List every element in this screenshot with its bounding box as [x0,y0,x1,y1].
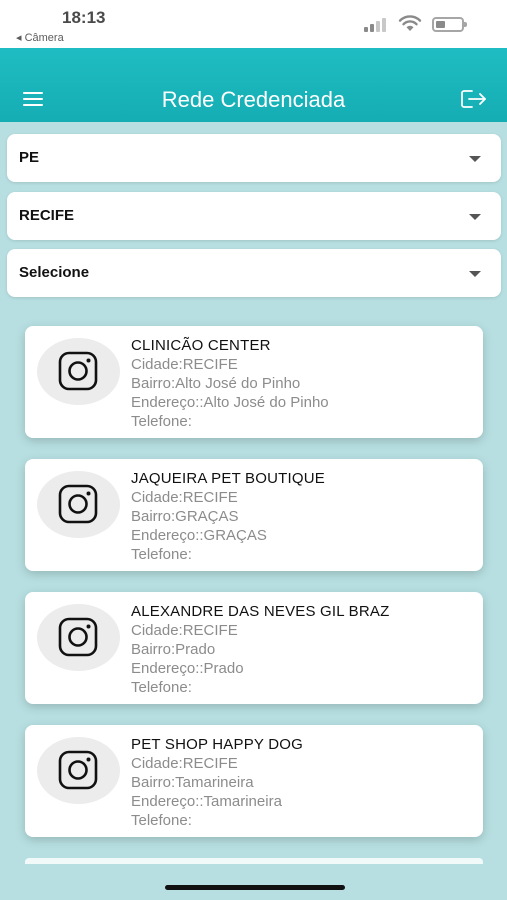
home-indicator[interactable] [165,885,345,890]
city-select-value: RECIFE [19,207,75,224]
provider-city: Cidade:RECIFE [131,356,238,373]
chevron-down-icon [469,271,481,277]
state-select[interactable]: PE [7,134,501,182]
provider-phone: Telefone: [131,413,192,430]
instagram-icon [58,351,98,391]
provider-city: Cidade:RECIFE [131,755,238,772]
provider-avatar [37,737,120,804]
provider-list[interactable]: CLINICÃO CENTER Cidade:RECIFE Bairro:Alt… [0,305,507,858]
city-select[interactable]: RECIFE [7,192,501,240]
app-header: Rede Credenciada [0,48,507,122]
provider-card[interactable]: ALEXANDRE DAS NEVES GIL BRAZ Cidade:RECI… [25,592,483,704]
cellular-signal-icon [364,18,388,32]
chevron-down-icon [469,156,481,162]
provider-avatar [37,471,120,538]
instagram-icon [58,750,98,790]
provider-phone: Telefone: [131,812,192,829]
provider-neighborhood: Bairro:GRAÇAS [131,508,239,525]
provider-city: Cidade:RECIFE [131,622,238,639]
back-to-camera-link[interactable]: ◂ Câmera [16,31,64,44]
provider-card[interactable]: CLINICÃO CENTER Cidade:RECIFE Bairro:Alt… [25,326,483,438]
provider-address: Endereço::Tamarineira [131,793,282,810]
provider-name: CLINICÃO CENTER [131,337,271,354]
status-time: 18:13 [62,8,106,27]
provider-avatar [37,604,120,671]
provider-neighborhood: Bairro:Prado [131,641,216,658]
provider-name: JAQUEIRA PET BOUTIQUE [131,470,325,487]
provider-address: Endereço::Alto José do Pinho [131,394,329,411]
instagram-icon [58,484,98,524]
provider-address: Endereço::GRAÇAS [131,527,267,544]
provider-card[interactable]: PET SHOP HAPPY DOG Cidade:RECIFE Bairro:… [25,725,483,837]
wifi-icon [398,15,422,31]
state-select-value: PE [19,149,40,166]
neighborhood-select[interactable]: Selecione [7,249,501,297]
logout-icon[interactable] [460,88,488,110]
next-card-peek [25,858,483,864]
provider-phone: Telefone: [131,546,192,563]
neighborhood-select-value: Selecione [19,264,90,281]
provider-name: ALEXANDRE DAS NEVES GIL BRAZ [131,603,390,620]
provider-neighborhood: Bairro:Alto José do Pinho [131,375,301,392]
page-title: Rede Credenciada [161,87,346,112]
provider-phone: Telefone: [131,679,192,696]
chevron-down-icon [469,214,481,220]
provider-card[interactable]: JAQUEIRA PET BOUTIQUE Cidade:RECIFE Bair… [25,459,483,571]
provider-city: Cidade:RECIFE [131,489,238,506]
provider-address: Endereço::Prado [131,660,244,677]
instagram-icon [58,617,98,657]
provider-name: PET SHOP HAPPY DOG [131,736,303,753]
provider-avatar [37,338,120,405]
status-bar: 18:13 ◂ Câmera [0,0,507,48]
provider-neighborhood: Bairro:Tamarineira [131,774,254,791]
battery-icon [432,17,467,32]
